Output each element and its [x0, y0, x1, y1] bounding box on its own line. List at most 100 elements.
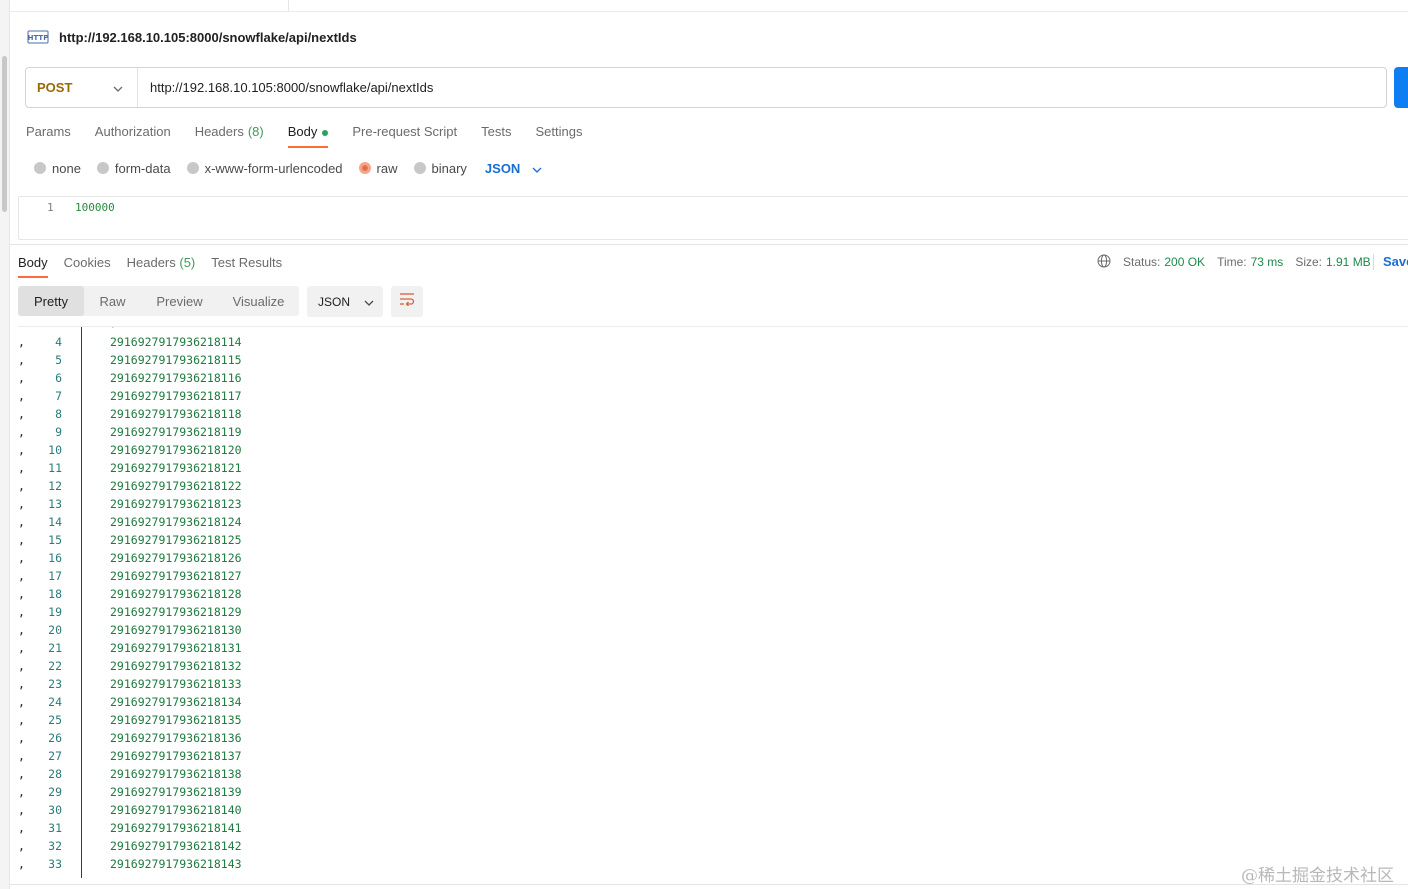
json-number-value: 2916927917936218119	[110, 425, 242, 439]
line-number: 32	[48, 839, 62, 853]
tab-headers[interactable]: Headers (8)	[195, 122, 264, 148]
editor-content[interactable]: 100000	[75, 201, 115, 214]
send-button[interactable]	[1394, 67, 1408, 108]
response-tab-test-results[interactable]: Test Results	[211, 252, 282, 278]
response-line: 19 2916927917936218129,	[18, 603, 1408, 621]
response-line: 5 2916927917936218115,	[18, 351, 1408, 369]
radio-circle-selected[interactable]	[358, 162, 371, 174]
response-line: 13 2916927917936218123,	[18, 495, 1408, 513]
raw-format-select[interactable]: JSON	[485, 161, 542, 176]
view-raw[interactable]: Raw	[84, 286, 141, 316]
response-line: 7 2916927917936218117,	[18, 387, 1408, 405]
json-number-value: 2916927917936218138	[110, 767, 242, 781]
json-number-value: 2916927917936218140	[110, 803, 242, 817]
radio-form-data[interactable]: form-data	[96, 160, 171, 176]
method-select[interactable]: POST	[26, 68, 138, 107]
response-line: 27 2916927917936218137,	[18, 747, 1408, 765]
response-tab-cookies[interactable]: Cookies	[64, 252, 111, 278]
response-line: 30 2916927917936218140,	[18, 801, 1408, 819]
json-number-value: 2916927917936218141	[110, 821, 242, 835]
radio-circle[interactable]	[413, 162, 426, 174]
json-number-value: 2916927917936218139	[110, 785, 242, 799]
view-pretty-label: Pretty	[34, 293, 68, 309]
globe-icon[interactable]	[1097, 254, 1111, 271]
line-number: 12	[48, 479, 62, 493]
line-number: 22	[48, 659, 62, 673]
radio-none[interactable]: none	[34, 161, 81, 176]
response-line: 20 2916927917936218130,	[18, 621, 1408, 639]
status-value[interactable]: 200 OK	[1164, 255, 1205, 269]
radio-circle[interactable]	[34, 162, 46, 174]
headers-count: (8)	[247, 124, 264, 139]
view-mode-toggle: Pretty Raw Preview Visualize	[18, 286, 299, 316]
radio-circle[interactable]	[96, 162, 109, 174]
method-label: POST	[37, 80, 73, 95]
tab-authorization[interactable]: Authorization	[95, 122, 171, 148]
tab-settings-label: Settings	[535, 124, 583, 139]
response-line: 10 2916927917936218120,	[18, 441, 1408, 459]
section-divider	[10, 244, 1408, 245]
radio-binary[interactable]: binary	[413, 161, 467, 176]
response-format-select[interactable]: JSON	[307, 286, 383, 317]
size-value[interactable]: 1.91 MB	[1326, 255, 1371, 269]
response-line: 23 2916927917936218133,	[18, 675, 1408, 693]
request-title-text: http://192.168.10.105:8000/snowflake/api…	[59, 29, 357, 45]
response-line: 28 2916927917936218138,	[18, 765, 1408, 783]
json-number-value: 2916927917936218121	[110, 461, 242, 475]
line-number: 28	[48, 767, 62, 781]
response-line: 33 2916927917936218143,	[18, 855, 1408, 873]
response-tab-body[interactable]: Body	[18, 252, 48, 278]
save-response-button[interactable]: Save	[1383, 254, 1408, 269]
view-preview[interactable]: Preview	[141, 286, 218, 316]
chevron-down-icon	[532, 161, 542, 176]
line-number: 17	[48, 569, 62, 583]
json-number-value: 2916927917936218116	[110, 371, 242, 385]
request-body-editor[interactable]: 1 100000	[18, 196, 1408, 240]
size-label: Size:	[1295, 255, 1322, 269]
json-number-value: 2916927917936218135	[110, 713, 242, 727]
request-title: HTTP http://192.168.10.105:8000/snowflak…	[26, 25, 357, 49]
view-visualize[interactable]: Visualize	[218, 286, 299, 316]
line-number: 16	[48, 551, 62, 565]
left-scrollbar[interactable]	[0, 0, 10, 889]
line-number: 24	[48, 695, 62, 709]
view-preview-label: Preview	[156, 293, 203, 309]
response-line: 15 2916927917936218125,	[18, 531, 1408, 549]
response-line: 9 2916927917936218119,	[18, 423, 1408, 441]
tab-pre-request-script[interactable]: Pre-request Script	[352, 122, 457, 148]
line-number: 30	[48, 803, 62, 817]
radio-urlencoded[interactable]: x-www-form-urlencoded	[186, 161, 343, 176]
watermark: @稀土掘金技术社区	[1241, 866, 1394, 886]
tab-params[interactable]: Params	[26, 122, 71, 148]
save-divider	[1373, 254, 1374, 270]
response-line: 24 2916927917936218134,	[18, 693, 1408, 711]
tab-settings[interactable]: Settings	[535, 122, 582, 148]
response-tab-headers[interactable]: Headers (5)	[127, 252, 196, 278]
radio-form-data-label: form-data	[114, 160, 171, 176]
json-number-value: 2916927917936218118	[110, 407, 242, 421]
radio-circle[interactable]	[186, 162, 199, 174]
line-number: 23	[48, 677, 62, 691]
json-number-value: 2916927917936218128	[110, 587, 242, 601]
json-number-value: 2916927917936218143	[110, 857, 242, 871]
tab-tests[interactable]: Tests	[481, 122, 511, 148]
url-bar: POST http://192.168.10.105:8000/snowflak…	[25, 67, 1387, 108]
http-request-icon: HTTP	[26, 26, 50, 48]
time-value[interactable]: 73 ms	[1251, 255, 1284, 269]
scrollbar-thumb[interactable]	[2, 56, 7, 212]
wrap-lines-button[interactable]	[391, 286, 423, 317]
json-number-value: 2916927917936218115	[110, 353, 242, 367]
radio-raw[interactable]: raw	[358, 161, 398, 176]
json-number-value: 2916927917936218133	[110, 677, 242, 691]
request-tabs: Params Authorization Headers (8) Body Pre…	[26, 122, 606, 148]
line-number: 33	[48, 857, 62, 871]
view-pretty[interactable]: Pretty	[18, 286, 84, 316]
response-line: 26 2916927917936218136,	[18, 729, 1408, 747]
url-input[interactable]: http://192.168.10.105:8000/snowflake/api…	[138, 80, 433, 95]
tab-divider	[288, 0, 289, 12]
line-number: 25	[48, 713, 62, 727]
tab-body[interactable]: Body	[287, 122, 329, 148]
response-line: 6 2916927917936218116,	[18, 369, 1408, 387]
tab-tests-label: Tests	[481, 124, 512, 139]
response-body-viewer[interactable]: , 42916927917936218114,52916927917936218…	[18, 326, 1408, 878]
